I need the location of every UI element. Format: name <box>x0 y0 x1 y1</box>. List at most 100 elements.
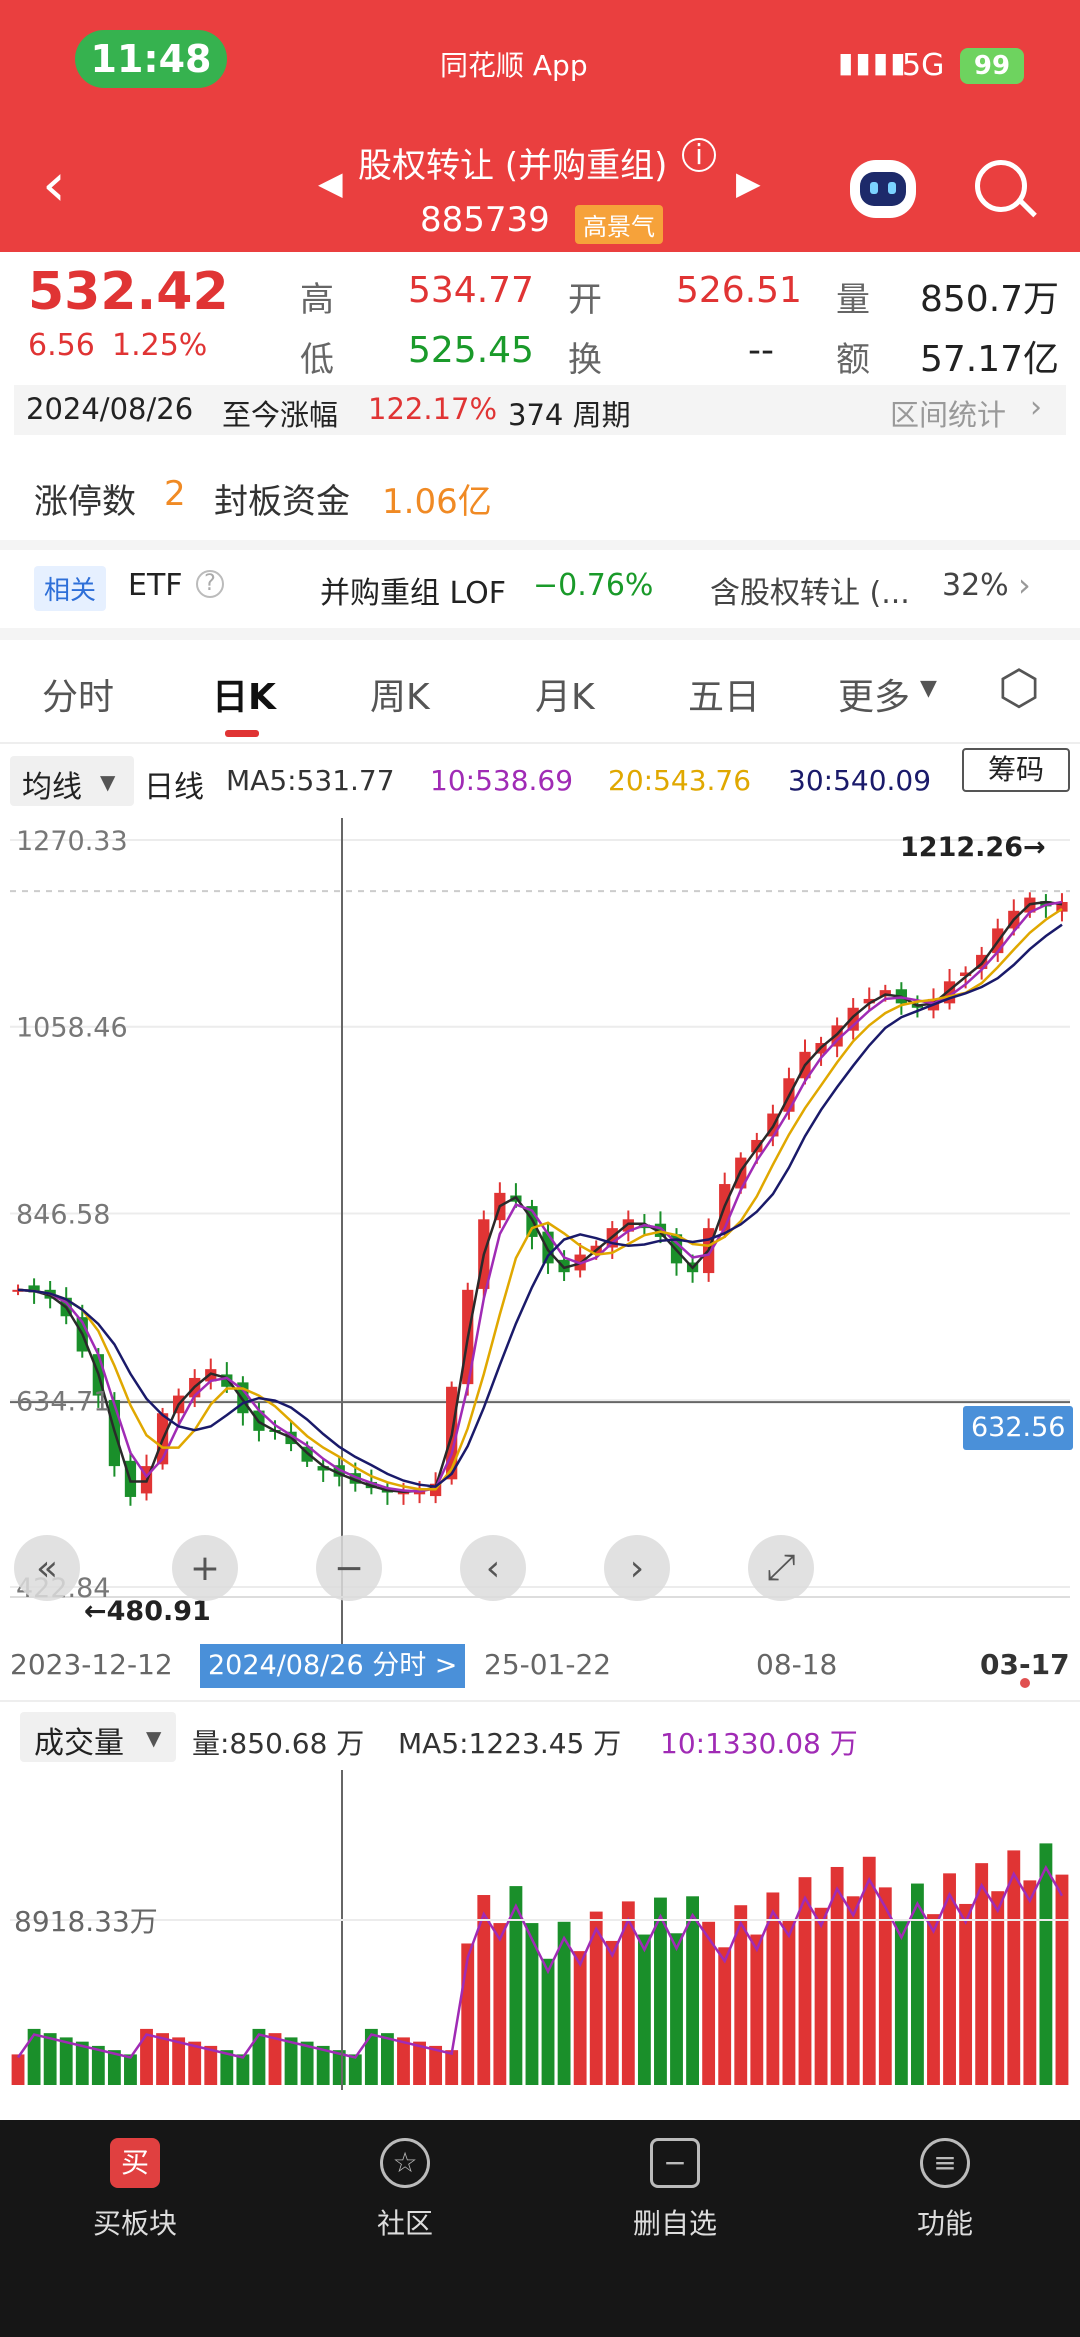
volume-selector-label: 成交量 <box>34 1726 124 1761</box>
low-label: 低 <box>300 340 334 380</box>
buy-icon: 买 <box>110 2138 160 2188</box>
zoom-out-icon[interactable]: − <box>316 1535 382 1601</box>
related-tag: 相关 <box>34 566 107 611</box>
ma30-value: 30:540.09 <box>788 764 932 797</box>
nav-buy-sector[interactable]: 买 买板块 <box>35 2138 235 2242</box>
volume-bar <box>493 1923 507 2085</box>
high-label: 高 <box>300 280 334 320</box>
volume-bar <box>236 2054 250 2085</box>
last-price: 532.42 <box>28 262 229 322</box>
chips-button[interactable]: 筹码 <box>962 748 1070 792</box>
ma5-value: MA5:531.77 <box>226 764 395 797</box>
volume-bar <box>718 1947 732 2085</box>
volume-bar <box>252 2028 266 2085</box>
nav-remove-watchlist[interactable]: − 删自选 <box>575 2138 775 2242</box>
sector-title: 股权转让 (并购重组) <box>358 146 668 186</box>
active-tab-indicator <box>225 730 259 737</box>
volume-bar <box>927 1914 940 2085</box>
range-weeks: 374 周期 <box>508 398 631 432</box>
volume-bar <box>670 1933 683 2085</box>
caret-down-icon[interactable]: ▼ <box>920 676 937 701</box>
volume-bar <box>11 2054 25 2085</box>
tab-weekly-k[interactable]: 周K <box>370 668 430 720</box>
rewind-icon[interactable]: « <box>14 1535 80 1601</box>
lof-name[interactable]: 并购重组 LOF <box>320 568 506 612</box>
y-tick-label: 1058.46 <box>16 1013 128 1044</box>
x-tick-label: 2023-12-12 <box>10 1648 173 1681</box>
volume-bar <box>573 1951 587 2085</box>
tab-monthly-k[interactable]: 月K <box>535 668 595 720</box>
volume-bar <box>541 1958 555 2085</box>
volume-chart[interactable] <box>0 1770 1080 2090</box>
caret-down-icon: ▼ <box>146 1726 162 1750</box>
x-tick-label: 03-17 <box>980 1648 1070 1681</box>
volume-ma10: 10:1330.08 万 <box>660 1727 858 1760</box>
next-sector-icon[interactable]: ▶ <box>736 164 761 202</box>
nav-functions[interactable]: ≡ 功能 <box>845 2138 1045 2242</box>
y-tick-label: 1270.33 <box>16 826 128 857</box>
prev-sector-icon[interactable]: ◀ <box>318 164 343 202</box>
x-tick-label: 08-18 <box>756 1648 838 1681</box>
cursor-date-badge[interactable]: 2024/08/26 分时 > <box>200 1644 466 1688</box>
tab-intraday[interactable]: 分时 <box>42 668 114 720</box>
open-label: 开 <box>568 280 602 320</box>
search-icon-handle <box>1019 199 1037 218</box>
seal-fund-value: 1.06亿 <box>382 482 492 522</box>
tab-more[interactable]: 更多 <box>838 668 910 720</box>
volume-bar <box>605 1940 619 2085</box>
cursor-price-badge: 632.56 <box>963 1406 1074 1450</box>
volume-bar <box>894 1921 908 2085</box>
volume-bar <box>814 1907 828 2085</box>
header: 11:48 同花顺 App ▮▮▮▮ 5G 99 ‹ ◀ 股权转让 (并购重组)… <box>0 0 1080 252</box>
zoom-in-icon[interactable]: + <box>172 1535 238 1601</box>
amount-value: 57.17亿 <box>920 339 1060 380</box>
range-stat-link[interactable]: 区间统计 <box>890 392 1006 434</box>
scroll-left-icon[interactable]: ‹ <box>460 1535 526 1601</box>
chevron-right-icon[interactable]: › <box>1018 566 1031 604</box>
ma10-value: 10:538.69 <box>430 764 574 797</box>
caret-down-icon: ▼ <box>100 770 116 794</box>
holding-name[interactable]: 含股权转让 (... <box>710 568 910 612</box>
volume-bar <box>268 2033 282 2085</box>
robot-icon[interactable] <box>850 160 916 218</box>
scroll-right-icon[interactable]: › <box>604 1535 670 1601</box>
turnover-value: -- <box>748 330 774 371</box>
network-label: 5G <box>902 48 945 83</box>
volume-bar <box>1023 1880 1037 2085</box>
volume-bar <box>364 2028 378 2085</box>
fullscreen-icon[interactable]: ⤢ <box>748 1535 814 1601</box>
status-app-name: 同花顺 App <box>440 49 588 82</box>
candlestick-chart[interactable]: 1270.331058.46846.58634.71422.84 <box>0 818 1080 1648</box>
amount-label: 额 <box>836 340 870 380</box>
volume-bar <box>27 2028 41 2085</box>
volume-value-label: 量:850.68 万 <box>192 1727 365 1760</box>
tab-five-day[interactable]: 五日 <box>688 668 760 720</box>
info-icon[interactable]: i <box>682 138 716 172</box>
high-value: 534.77 <box>408 270 534 311</box>
volume-bars <box>11 1843 1069 2085</box>
nav-community[interactable]: ☆ 社区 <box>305 2138 505 2242</box>
volume-bar <box>782 1919 796 2085</box>
bottom-nav: 买 买板块 ☆ 社区 − 删自选 ≡ 功能 <box>0 2120 1080 2337</box>
volume-ma5: MA5:1223.45 万 <box>398 1727 622 1760</box>
back-icon[interactable]: ‹ <box>42 150 66 220</box>
etf-label[interactable]: ETF <box>128 568 183 603</box>
y-tick-label: 634.71 <box>16 1386 110 1417</box>
price-change-pct: 1.25% <box>112 328 208 363</box>
ma20-value: 20:543.76 <box>608 764 752 797</box>
volume-bar <box>1055 1874 1069 2085</box>
min-price-label: ←480.91 <box>84 1596 211 1627</box>
tab-daily-k[interactable]: 日K <box>212 668 276 720</box>
seal-fund-label: 封板资金 <box>214 482 350 522</box>
chevron-right-icon[interactable]: › <box>1030 390 1042 425</box>
lof-pct: −0.76% <box>533 568 654 603</box>
sector-badge: 高景气 <box>575 205 663 244</box>
help-icon[interactable]: ? <box>196 570 224 598</box>
battery-icon: 99 <box>960 48 1024 84</box>
volume-bar <box>846 1896 860 2085</box>
nav-label: 功能 <box>916 2207 973 2240</box>
y-ticks: 1270.331058.46846.58634.71422.84 <box>16 826 128 1604</box>
settings-icon[interactable]: ⬡ <box>998 660 1040 716</box>
minus-icon: − <box>650 2138 700 2188</box>
limitup-count: 2 <box>164 474 186 514</box>
